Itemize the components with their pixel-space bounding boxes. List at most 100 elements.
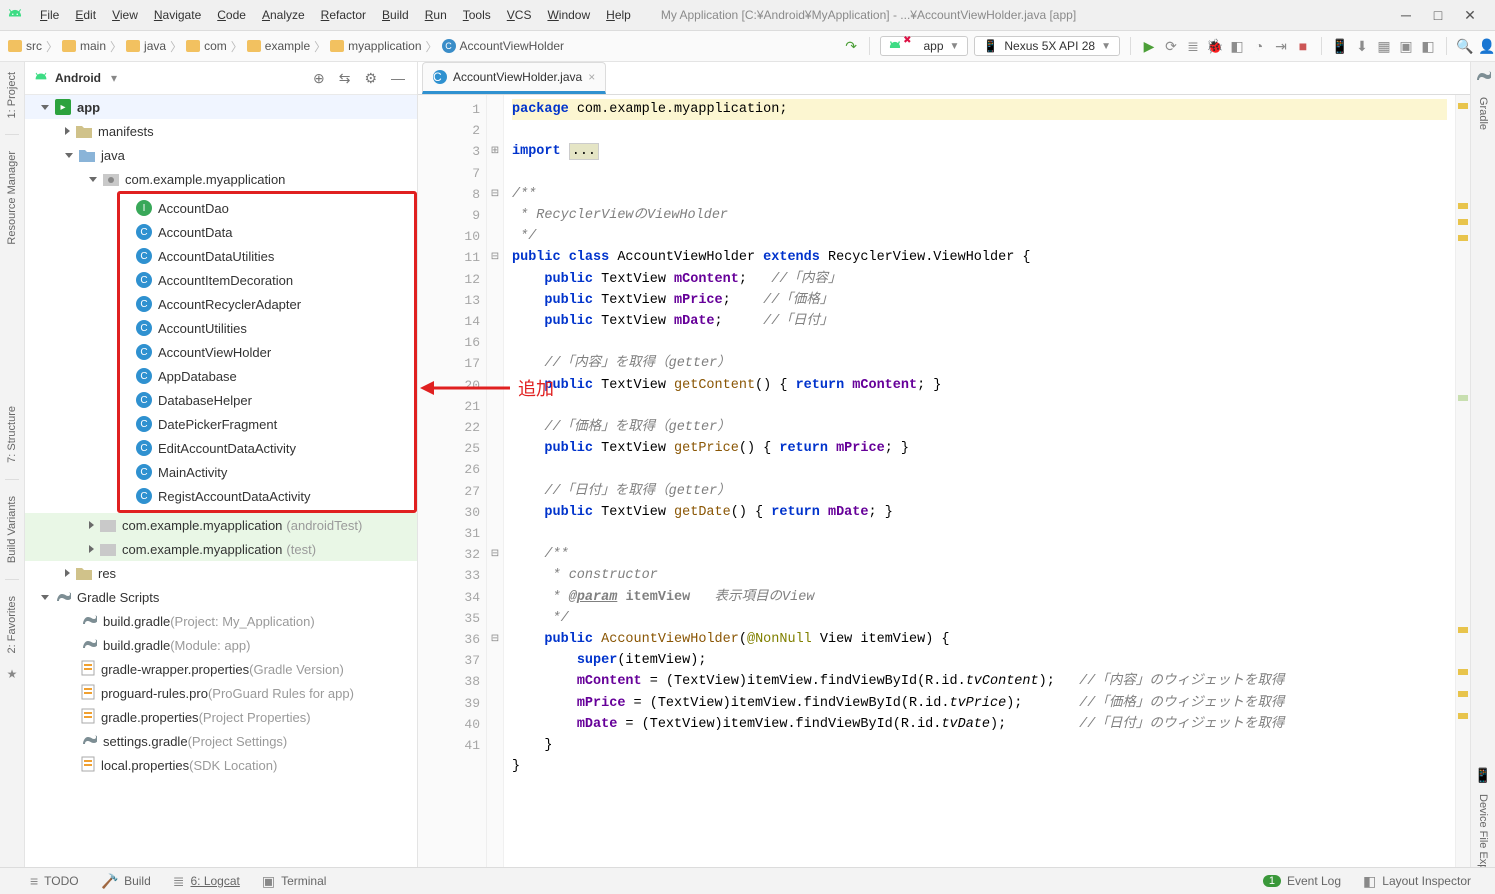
menu-help[interactable]: Help bbox=[598, 6, 639, 24]
expand-arrow-icon[interactable] bbox=[41, 105, 49, 110]
expand-arrow-icon[interactable] bbox=[89, 177, 97, 182]
tree-node-gradle-file[interactable]: build.gradle (Project: My_Application) bbox=[25, 609, 417, 633]
menu-edit[interactable]: Edit bbox=[67, 6, 104, 24]
coverage-icon[interactable]: ◔ bbox=[1251, 38, 1267, 54]
collapse-icon[interactable]: ⇆ bbox=[335, 70, 355, 87]
tree-node-package[interactable]: com.example.myapplication bbox=[25, 167, 417, 191]
tool-build[interactable]: 🔨Build bbox=[101, 873, 151, 890]
device-dropdown[interactable]: 📱 Nexus 5X API 28 ▼ bbox=[974, 36, 1120, 56]
expand-arrow-icon[interactable] bbox=[65, 569, 70, 577]
theme-icon[interactable]: ◧ bbox=[1420, 38, 1436, 54]
tree-node-class[interactable]: CAccountDataUtilities bbox=[120, 244, 414, 268]
layout-icon[interactable]: ▦ bbox=[1376, 38, 1392, 54]
tree-node-class[interactable]: CDatePickerFragment bbox=[120, 412, 414, 436]
tree-node-class[interactable]: CAccountItemDecoration bbox=[120, 268, 414, 292]
tree-node-gradle-scripts[interactable]: Gradle Scripts bbox=[25, 585, 417, 609]
tool-favorites[interactable]: 2: Favorites bbox=[6, 590, 18, 659]
sdk-icon[interactable]: ⬇ bbox=[1354, 38, 1370, 54]
project-scope[interactable]: Android bbox=[55, 71, 101, 85]
tree-node-class[interactable]: CMainActivity bbox=[120, 460, 414, 484]
menu-navigate[interactable]: Navigate bbox=[146, 6, 209, 24]
tree-node-gradle-file[interactable]: settings.gradle (Project Settings) bbox=[25, 729, 417, 753]
locate-icon[interactable]: ⊕ bbox=[309, 70, 329, 87]
menu-build[interactable]: Build bbox=[374, 6, 417, 24]
close-icon[interactable]: × bbox=[588, 70, 595, 84]
search-icon[interactable]: 🔍 bbox=[1457, 38, 1473, 54]
breadcrumb-segment[interactable]: CAccountViewHolder bbox=[442, 39, 565, 53]
profile-icon[interactable]: ◧ bbox=[1229, 38, 1245, 54]
apply-code-icon[interactable]: ≣ bbox=[1185, 38, 1201, 54]
tree-node-class[interactable]: CDatabaseHelper bbox=[120, 388, 414, 412]
run-icon[interactable]: ▶ bbox=[1141, 38, 1157, 54]
gear-icon[interactable]: ⚙ bbox=[360, 70, 381, 87]
status-event-log[interactable]: 1 Event Log bbox=[1263, 874, 1341, 888]
menu-tools[interactable]: Tools bbox=[455, 6, 499, 24]
tool-terminal[interactable]: ▣Terminal bbox=[262, 873, 327, 890]
menu-file[interactable]: File bbox=[32, 6, 67, 24]
tree-node-class[interactable]: CAccountViewHolder bbox=[120, 340, 414, 364]
menu-code[interactable]: Code bbox=[209, 6, 254, 24]
tree-node-class[interactable]: CAccountData bbox=[120, 220, 414, 244]
breadcrumb-segment[interactable]: java bbox=[126, 39, 166, 53]
expand-arrow-icon[interactable] bbox=[89, 545, 94, 553]
tool-structure[interactable]: 7: Structure bbox=[6, 400, 18, 469]
tree-node-class[interactable]: CAppDatabase bbox=[120, 364, 414, 388]
expand-arrow-icon[interactable] bbox=[65, 127, 70, 135]
tree-node-class[interactable]: CAccountRecyclerAdapter bbox=[120, 292, 414, 316]
tool-project[interactable]: 1: Project bbox=[6, 66, 18, 124]
line-gutter[interactable]: 1237891011121314161720212225262730313233… bbox=[418, 95, 487, 894]
breadcrumb-segment[interactable]: main bbox=[62, 39, 106, 53]
tree-node-gradle-file[interactable]: gradle.properties (Project Properties) bbox=[25, 705, 417, 729]
debug-icon[interactable]: 🐞 bbox=[1207, 38, 1223, 54]
tree-node-androidtest[interactable]: com.example.myapplication (androidTest) bbox=[25, 513, 417, 537]
tree-node-app[interactable]: ▸ app bbox=[25, 95, 417, 119]
expand-arrow-icon[interactable] bbox=[89, 521, 94, 529]
breadcrumb-segment[interactable]: src bbox=[8, 39, 42, 53]
tool-resource-manager[interactable]: Resource Manager bbox=[6, 145, 18, 251]
breadcrumb-segment[interactable]: myapplication bbox=[330, 39, 421, 53]
window-close-icon[interactable]: ✕ bbox=[1461, 7, 1479, 24]
tree-node-class[interactable]: IAccountDao bbox=[120, 196, 414, 220]
tool-todo[interactable]: ≡TODO bbox=[30, 873, 79, 889]
tree-node-class[interactable]: CRegistAccountDataActivity bbox=[120, 484, 414, 508]
user-icon[interactable]: 👤 bbox=[1479, 38, 1495, 54]
hide-icon[interactable]: — bbox=[387, 70, 409, 86]
tree-node-test[interactable]: com.example.myapplication (test) bbox=[25, 537, 417, 561]
project-tree[interactable]: ▸ app manifests java com.example.myappli… bbox=[25, 95, 417, 894]
tool-build-variants[interactable]: Build Variants bbox=[6, 490, 18, 569]
sync-icon[interactable]: ↷ bbox=[843, 38, 859, 54]
menu-view[interactable]: View bbox=[104, 6, 146, 24]
menu-analyze[interactable]: Analyze bbox=[254, 6, 313, 24]
tree-node-java[interactable]: java bbox=[25, 143, 417, 167]
tree-node-manifests[interactable]: manifests bbox=[25, 119, 417, 143]
attach-icon[interactable]: ⇥ bbox=[1273, 38, 1289, 54]
tree-node-gradle-file[interactable]: build.gradle (Module: app) bbox=[25, 633, 417, 657]
window-maximize-icon[interactable]: □ bbox=[1429, 7, 1447, 24]
breadcrumb-segment[interactable]: com bbox=[186, 39, 227, 53]
tool-gradle[interactable]: Gradle bbox=[1477, 93, 1489, 134]
breadcrumb-segment[interactable]: example bbox=[247, 39, 310, 53]
resource-icon[interactable]: ▣ bbox=[1398, 38, 1414, 54]
tree-node-class[interactable]: CEditAccountDataActivity bbox=[120, 436, 414, 460]
tree-node-gradle-file[interactable]: gradle-wrapper.properties (Gradle Versio… bbox=[25, 657, 417, 681]
stop-icon[interactable]: ■ bbox=[1295, 38, 1311, 54]
tree-node-gradle-file[interactable]: local.properties (SDK Location) bbox=[25, 753, 417, 777]
fold-column[interactable]: ⊞⊟⊟⊟⊟ bbox=[487, 95, 504, 894]
menu-run[interactable]: Run bbox=[417, 6, 455, 24]
expand-arrow-icon[interactable] bbox=[41, 595, 49, 600]
error-stripe[interactable] bbox=[1455, 95, 1470, 894]
tree-node-res[interactable]: res bbox=[25, 561, 417, 585]
editor-tab[interactable]: C AccountViewHolder.java × bbox=[422, 62, 606, 94]
apply-changes-icon[interactable]: ⟳ bbox=[1163, 38, 1179, 54]
menu-refactor[interactable]: Refactor bbox=[313, 6, 374, 24]
menu-vcs[interactable]: VCS bbox=[499, 6, 540, 24]
expand-arrow-icon[interactable] bbox=[65, 153, 73, 158]
menu-window[interactable]: Window bbox=[539, 6, 598, 24]
tree-node-gradle-file[interactable]: proguard-rules.pro (ProGuard Rules for a… bbox=[25, 681, 417, 705]
avd-icon[interactable]: 📱 bbox=[1332, 38, 1348, 54]
status-layout-inspector[interactable]: ◧Layout Inspector bbox=[1363, 873, 1471, 890]
run-config-dropdown[interactable]: ✖ app ▼ bbox=[880, 36, 968, 56]
window-minimize-icon[interactable]: ─ bbox=[1397, 7, 1415, 24]
tree-node-class[interactable]: CAccountUtilities bbox=[120, 316, 414, 340]
tool-logcat[interactable]: ≣6: Logcat bbox=[173, 873, 240, 890]
